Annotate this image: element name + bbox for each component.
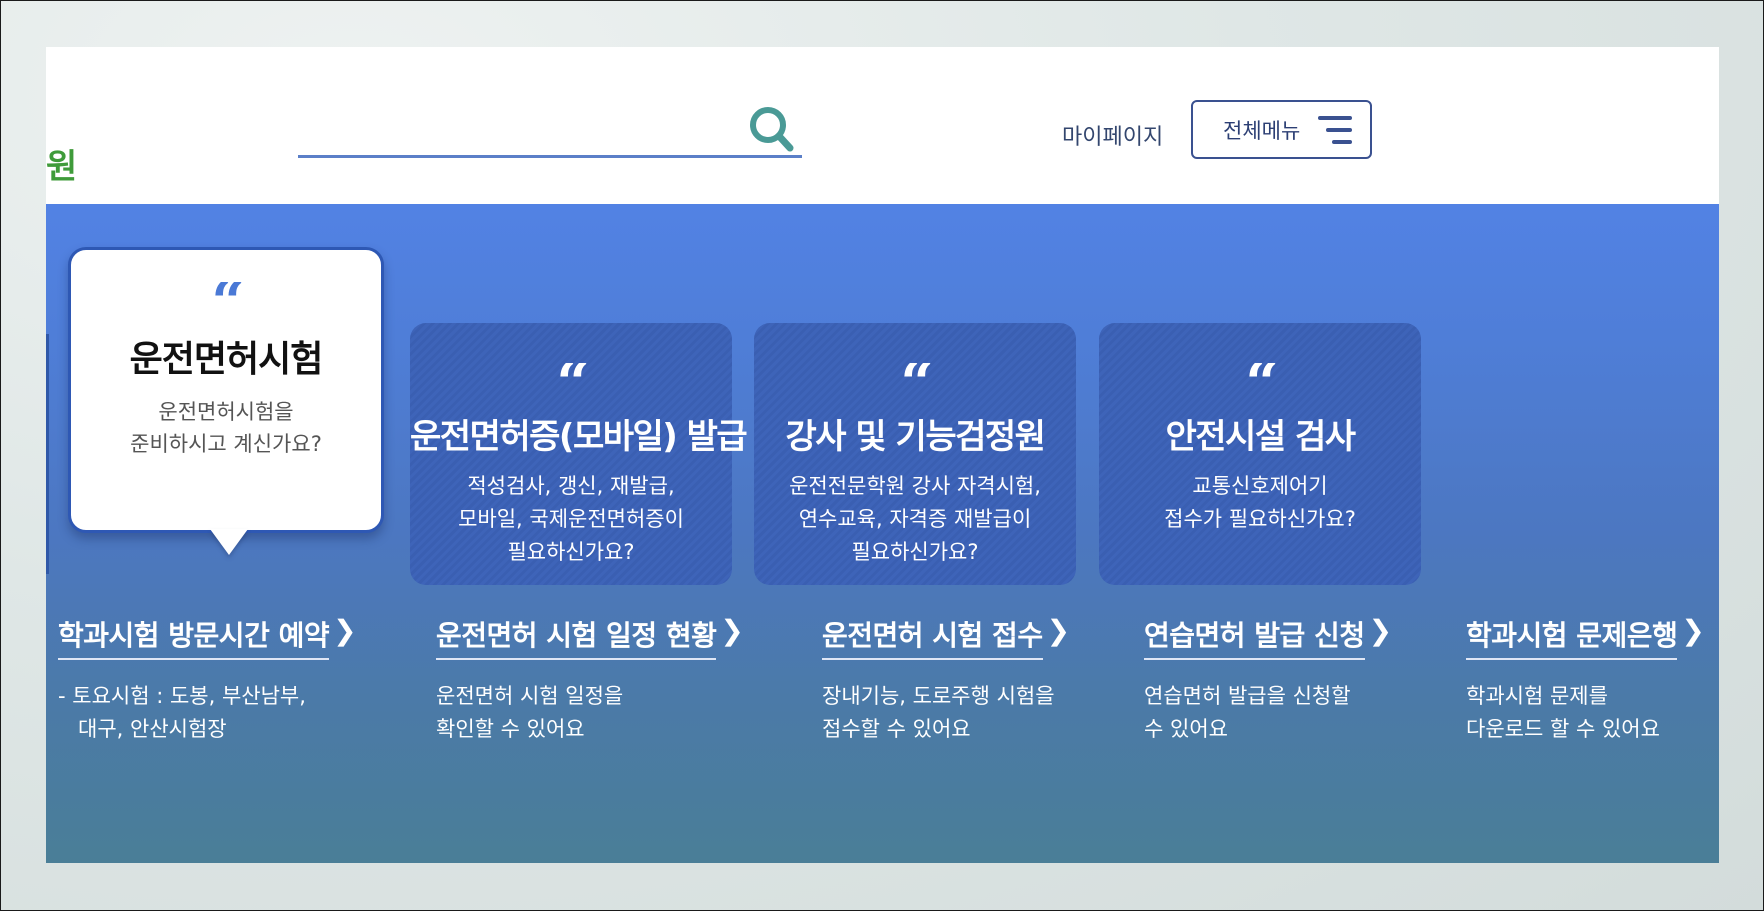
search-button[interactable] (746, 103, 796, 155)
quick-link-title: 학과시험 방문시간 예약 (58, 614, 330, 660)
quick-link-desc: 장내기능, 도로주행 시험을 접수할 수 있어요 (822, 684, 1055, 741)
quick-link-exam-schedule[interactable]: 운전면허 시험 일정 현황 ❯ 운전면허 시험 일정을 확인할 수 있어요 (436, 614, 744, 746)
chevron-right-icon: ❯ (1368, 614, 1393, 647)
quick-link-exam-apply[interactable]: 운전면허 시험 접수 ❯ 장내기능, 도로주행 시험을 접수할 수 있어요 (822, 614, 1070, 746)
card-instructor[interactable]: “ 강사 및 기능검정원 운전전문학원 강사 자격시험, 연수교육, 자격증 재… (754, 323, 1076, 585)
chevron-right-icon: ❯ (1046, 614, 1071, 647)
prev-card-edge (46, 334, 49, 574)
all-menu-button[interactable]: 전체메뉴 (1191, 100, 1372, 159)
chevron-right-icon: ❯ (720, 614, 744, 647)
screen-frame: 원 마이페이지 전체메뉴 “ 운전면허시험 운전면허시험을 준비하시고 계신가요… (0, 0, 1764, 911)
quick-link-title: 연습면허 발급 신청 (1144, 614, 1365, 660)
card-desc: 운전면허시험을 준비하시고 계신가요? (130, 400, 322, 456)
quick-link-question-bank[interactable]: 학과시험 문제은행 ❯ 학과시험 문제를 다운로드 할 수 있어요 (1466, 614, 1705, 746)
quote-icon: “ (556, 363, 589, 403)
quick-link-learner-permit[interactable]: 연습면허 발급 신청 ❯ 연습면허 발급을 신청할 수 있어요 (1144, 614, 1392, 746)
quote-icon: “ (900, 363, 933, 403)
card-title: 운전면허증(모바일) 발급 (410, 417, 748, 457)
logo[interactable]: 원 (46, 139, 77, 188)
card-desc: 운전전문학원 강사 자격시험, 연수교육, 자격증 재발급이 필요하신가요? (789, 474, 1041, 564)
bubble-tail (210, 529, 248, 555)
card-license-issue[interactable]: “ 운전면허증(모바일) 발급 적성검사, 갱신, 재발급, 모바일, 국제운전… (410, 323, 748, 585)
card-title: 강사 및 기능검정원 (785, 417, 1046, 457)
quote-icon: “ (1245, 363, 1278, 403)
quick-link-desc: 연습면허 발급을 신청할 수 있어요 (1144, 684, 1351, 741)
page-viewport: 원 마이페이지 전체메뉴 “ 운전면허시험 운전면허시험을 준비하시고 계신가요… (46, 47, 1719, 863)
mypage-link[interactable]: 마이페이지 (1062, 119, 1163, 151)
quick-link-desc: 학과시험 문제를 다운로드 할 수 있어요 (1466, 684, 1660, 741)
search-icon (750, 107, 794, 152)
chevron-right-icon: ❯ (333, 614, 357, 647)
quick-link-desc: 운전면허 시험 일정을 확인할 수 있어요 (436, 684, 624, 741)
card-title: 운전면허시험 (129, 339, 324, 380)
chevron-right-icon: ❯ (1681, 614, 1705, 647)
quick-link-title: 운전면허 시험 접수 (822, 614, 1043, 660)
hamburger-menu-icon (1318, 116, 1352, 144)
quick-link-title: 학과시험 문제은행 (1466, 614, 1678, 660)
search-box (298, 103, 802, 158)
all-menu-label: 전체메뉴 (1223, 118, 1301, 143)
quick-link-title: 운전면허 시험 일정 현황 (436, 614, 717, 660)
quick-link-desc: - 토요시험 : 도봉, 부산남부, 대구, 안산시험장 (58, 684, 306, 741)
header: 원 마이페이지 전체메뉴 (46, 47, 1719, 204)
card-desc: 적성검사, 갱신, 재발급, 모바일, 국제운전면허증이 필요하신가요? (458, 474, 684, 564)
main-banner: “ 운전면허시험 운전면허시험을 준비하시고 계신가요? “ 운전면허증(모바일… (46, 204, 1719, 863)
card-safety-inspection[interactable]: “ 안전시설 검사 교통신호제어기 접수가 필요하신가요? (1099, 323, 1421, 585)
quote-icon: “ (211, 282, 244, 322)
card-driving-test[interactable]: “ 운전면허시험 운전면허시험을 준비하시고 계신가요? (68, 247, 384, 533)
card-title: 안전시설 검사 (1165, 417, 1356, 457)
search-input[interactable] (298, 103, 742, 153)
quick-link-visit-reservation[interactable]: 학과시험 방문시간 예약 ❯ - 토요시험 : 도봉, 부산남부, 대구, 안산시… (58, 614, 357, 746)
card-desc: 교통신호제어기 접수가 필요하신가요? (1164, 474, 1356, 531)
